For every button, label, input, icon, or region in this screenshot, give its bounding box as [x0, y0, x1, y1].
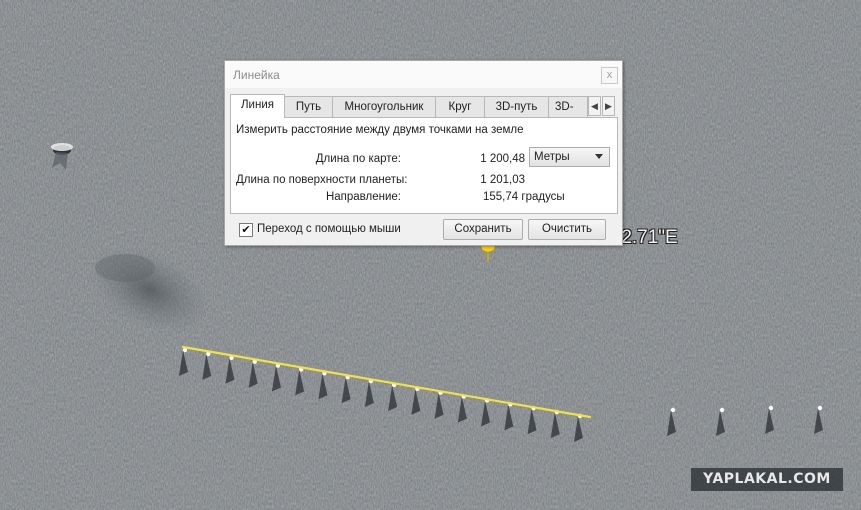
dialog-titlebar[interactable]: Линейка x: [225, 61, 622, 88]
clear-button[interactable]: Очистить: [528, 219, 606, 240]
heading-label: Направление:: [325, 191, 401, 203]
mouse-nav-label: Переход с помощью мыши: [257, 223, 401, 235]
heading-value: 155,74 градусы: [483, 191, 565, 203]
units-selected: Метры: [534, 151, 570, 163]
terrain-shadow-2: [95, 254, 155, 282]
tab-3d-path[interactable]: 3D-путь: [484, 96, 549, 117]
tab-path[interactable]: Путь: [284, 96, 333, 117]
mouse-nav-checkbox[interactable]: ✔: [239, 223, 253, 237]
tab-3d-polygon[interactable]: 3D-мн: [548, 96, 588, 117]
turbine: [719, 407, 725, 413]
units-select[interactable]: Метры: [529, 147, 610, 167]
surface-length-label: Длина по поверхности планеты:: [236, 174, 408, 186]
tab-circle[interactable]: Круг: [435, 96, 485, 117]
close-icon[interactable]: x: [601, 67, 618, 84]
ruler-dialog: Линейка x Линия Путь Многоугольник Круг …: [224, 60, 623, 246]
save-button[interactable]: Сохранить: [443, 219, 523, 240]
tab-scroll-right-icon[interactable]: ▶: [602, 96, 615, 116]
surface-length-value: 1 201,03: [480, 174, 525, 186]
tab-bar: Линия Путь Многоугольник Круг 3D-путь 3D…: [230, 94, 618, 118]
chevron-down-icon: [595, 154, 603, 159]
turbine: [670, 407, 676, 413]
line-panel: Измерить расстояние между двумя точками …: [230, 117, 618, 214]
tab-scroll-left-icon[interactable]: ◀: [588, 96, 601, 116]
tab-line[interactable]: Линия: [230, 94, 285, 118]
watermark: YAPLAKAL.COM: [691, 468, 843, 491]
turbine: [768, 405, 774, 411]
turbine: [817, 405, 823, 411]
description: Измерить расстояние между двумя точками …: [236, 124, 524, 136]
tab-polygon[interactable]: Многоугольник: [332, 96, 436, 117]
dialog-title: Линейка: [233, 68, 280, 82]
check-icon: ✔: [241, 224, 251, 236]
map-length-label: Длина по карте:: [315, 153, 401, 165]
map-length-value: 1 200,48: [480, 153, 525, 165]
